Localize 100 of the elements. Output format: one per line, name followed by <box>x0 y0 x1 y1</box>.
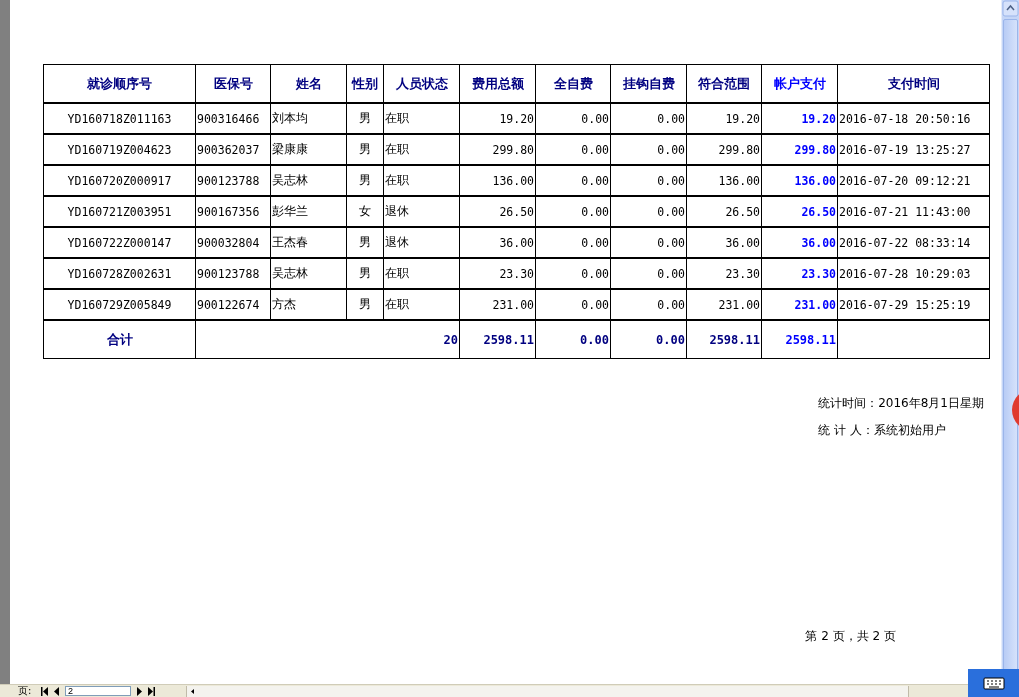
table-cell: 0.00 <box>535 258 611 289</box>
table-cell: 吴志林 <box>270 165 347 196</box>
table-cell: 彭华兰 <box>270 196 347 227</box>
table-cell: 男 <box>346 258 384 289</box>
table-cell: 36.00 <box>761 227 838 258</box>
column-header: 挂钩自费 <box>610 64 687 103</box>
table-cell: 0.00 <box>535 103 611 134</box>
column-header: 就诊顺序号 <box>43 64 196 103</box>
table-cell: 0.00 <box>610 258 687 289</box>
table-cell: 299.80 <box>686 134 762 165</box>
last-page-icon[interactable] <box>145 685 156 697</box>
total-cell: 2598.11 <box>686 320 762 359</box>
table-cell: 2016-07-18 20:50:16 <box>837 103 990 134</box>
table-cell: 26.50 <box>686 196 762 227</box>
total-count: 20 <box>195 320 460 359</box>
table-cell: 900122674 <box>195 289 271 320</box>
table-cell: 0.00 <box>535 134 611 165</box>
table-cell: 900316466 <box>195 103 271 134</box>
table-cell: YD160720Z000917 <box>43 165 196 196</box>
table-cell: 900362037 <box>195 134 271 165</box>
table-cell: 刘本均 <box>270 103 347 134</box>
table-cell: 900123788 <box>195 165 271 196</box>
table-cell: 299.80 <box>459 134 536 165</box>
total-cell: 2598.11 <box>761 320 838 359</box>
table-cell: 136.00 <box>686 165 762 196</box>
table-cell: 梁康康 <box>270 134 347 165</box>
table-cell: 女 <box>346 196 384 227</box>
table-cell: 231.00 <box>459 289 536 320</box>
table-cell: 男 <box>346 165 384 196</box>
table-cell: YD160728Z002631 <box>43 258 196 289</box>
table-cell: 王杰春 <box>270 227 347 258</box>
table-cell: 900123788 <box>195 258 271 289</box>
table-cell: 0.00 <box>610 289 687 320</box>
table-cell: 2016-07-20 09:12:21 <box>837 165 990 196</box>
table-cell: 在职 <box>383 289 460 320</box>
column-header: 帐户支付 <box>761 64 838 103</box>
total-cell: 2598.11 <box>459 320 536 359</box>
column-header: 人员状态 <box>383 64 460 103</box>
table-cell: 19.20 <box>459 103 536 134</box>
column-header: 支付时间 <box>837 64 990 103</box>
table-cell: YD160729Z005849 <box>43 289 196 320</box>
input-method-bar[interactable] <box>968 669 1019 697</box>
table-cell: 在职 <box>383 134 460 165</box>
table-cell: 在职 <box>383 258 460 289</box>
table-cell: 退休 <box>383 227 460 258</box>
table-cell: 2016-07-21 11:43:00 <box>837 196 990 227</box>
table-cell: 231.00 <box>761 289 838 320</box>
column-header: 医保号 <box>195 64 271 103</box>
scroll-up-icon[interactable] <box>1002 0 1019 17</box>
table-cell: 0.00 <box>610 227 687 258</box>
total-cell: 0.00 <box>610 320 687 359</box>
table-cell: 19.20 <box>761 103 838 134</box>
table-cell: 19.20 <box>686 103 762 134</box>
table-cell: 0.00 <box>535 196 611 227</box>
first-page-icon[interactable] <box>40 685 51 697</box>
table-cell: YD160722Z000147 <box>43 227 196 258</box>
table-cell: 吴志林 <box>270 258 347 289</box>
table-cell: YD160721Z003951 <box>43 196 196 227</box>
table-cell: 0.00 <box>610 165 687 196</box>
keyboard-icon[interactable] <box>982 676 1005 690</box>
column-header: 全自费 <box>535 64 611 103</box>
table-cell: 23.30 <box>761 258 838 289</box>
next-page-icon[interactable] <box>134 685 145 697</box>
page-label: 页: <box>18 684 33 697</box>
table-cell: YD160719Z004623 <box>43 134 196 165</box>
table-cell: 在职 <box>383 103 460 134</box>
table-cell: 0.00 <box>610 196 687 227</box>
table-cell: 299.80 <box>761 134 838 165</box>
previous-page-icon[interactable] <box>51 685 62 697</box>
table-cell: 在职 <box>383 165 460 196</box>
table-cell: 退休 <box>383 196 460 227</box>
horizontal-scrollbar[interactable] <box>186 685 909 697</box>
column-header: 性别 <box>346 64 384 103</box>
table-cell: 900167356 <box>195 196 271 227</box>
table-cell: 0.00 <box>535 165 611 196</box>
table-cell: 2016-07-28 10:29:03 <box>837 258 990 289</box>
total-cell: 0.00 <box>535 320 611 359</box>
table-cell: 231.00 <box>686 289 762 320</box>
table-cell: 0.00 <box>610 103 687 134</box>
stat-line: 统计时间：2016年8月1日星期 <box>818 395 984 412</box>
table-cell: 0.00 <box>535 227 611 258</box>
table-cell: 23.30 <box>459 258 536 289</box>
table-cell: 136.00 <box>459 165 536 196</box>
table-cell: 136.00 <box>761 165 838 196</box>
table-cell: 23.30 <box>686 258 762 289</box>
column-header: 符合范围 <box>686 64 762 103</box>
table-cell: 2016-07-22 08:33:14 <box>837 227 990 258</box>
table-cell: 0.00 <box>610 134 687 165</box>
column-header: 姓名 <box>270 64 347 103</box>
total-label: 合计 <box>43 320 196 359</box>
table-cell: 36.00 <box>686 227 762 258</box>
table-cell: 男 <box>346 227 384 258</box>
table-cell: 男 <box>346 103 384 134</box>
table-cell: 26.50 <box>761 196 838 227</box>
stat-line: 统 计 人：系统初始用户 <box>818 422 947 439</box>
table-cell: 男 <box>346 134 384 165</box>
table-cell: 男 <box>346 289 384 320</box>
table-cell: 方杰 <box>270 289 347 320</box>
page-number: 第 2 页，共 2 页 <box>805 628 896 645</box>
page-input[interactable]: 2 <box>65 686 131 696</box>
